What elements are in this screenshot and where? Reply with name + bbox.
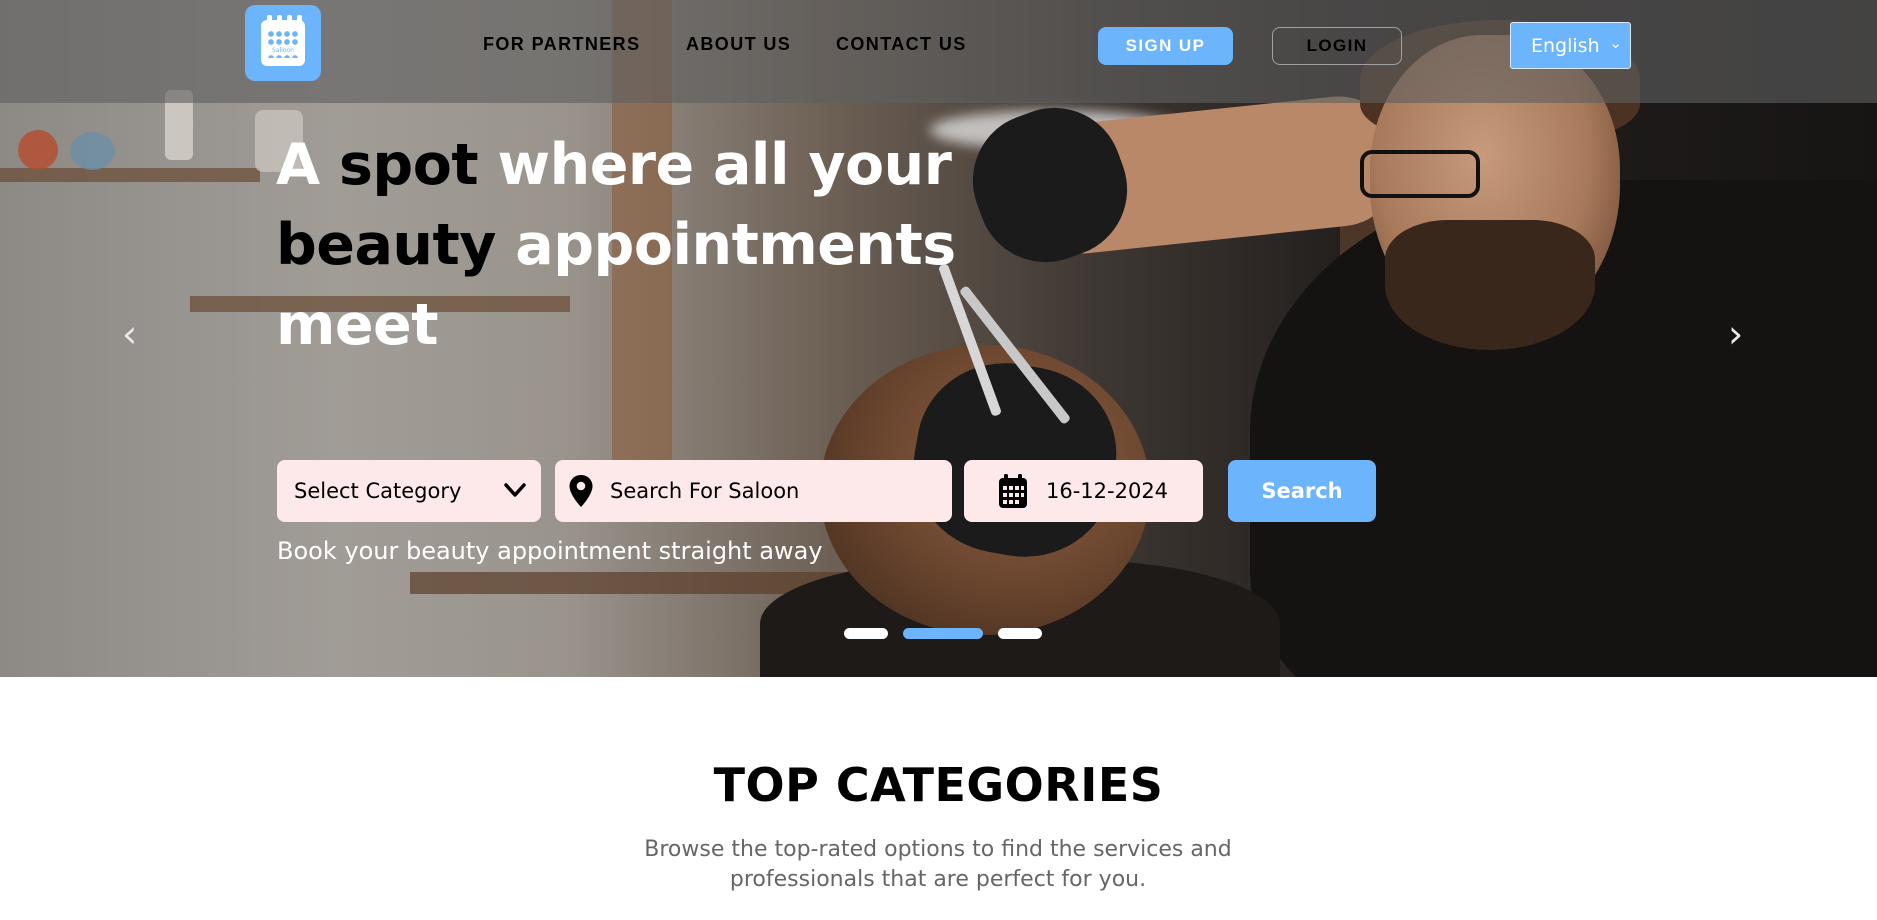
headline-word: spot bbox=[338, 132, 479, 198]
barber-glasses bbox=[1360, 150, 1480, 198]
calendar-logo-icon: Salloon bbox=[261, 15, 305, 66]
salon-search-field[interactable]: Search For Saloon bbox=[555, 460, 952, 522]
carousel-dot-2-active[interactable] bbox=[903, 628, 983, 639]
salon-search-placeholder: Search For Saloon bbox=[610, 479, 800, 503]
headline-word: meet bbox=[276, 292, 438, 358]
language-select[interactable]: English ⌄ bbox=[1510, 22, 1631, 69]
calendar-icon bbox=[999, 474, 1027, 508]
nav-link-for-partners[interactable]: FOR PARTNERS bbox=[483, 34, 640, 55]
chevron-down-icon bbox=[504, 483, 526, 497]
top-categories-title: TOP CATEGORIES bbox=[713, 758, 1164, 812]
language-value: English bbox=[1531, 34, 1600, 57]
nav-link-contact-us[interactable]: CONTACT US bbox=[836, 34, 967, 55]
sign-up-button[interactable]: SIGN UP bbox=[1098, 27, 1233, 65]
logo-text: Salloon bbox=[265, 47, 301, 54]
top-categories-subtitle: Browse the top-rated options to find the… bbox=[644, 837, 1232, 892]
headline-word: where all your bbox=[478, 132, 952, 198]
search-button[interactable]: Search bbox=[1228, 460, 1376, 522]
nav-link-about-us[interactable]: ABOUT US bbox=[686, 34, 791, 55]
headline-word: appointments bbox=[495, 212, 956, 278]
login-button[interactable]: LOGIN bbox=[1272, 27, 1402, 65]
hero-tagline: Book your beauty appointment straight aw… bbox=[277, 537, 823, 565]
background-jar bbox=[70, 132, 115, 170]
top-navbar: Salloon FOR PARTNERS ABOUT US CONTACT US… bbox=[0, 0, 1877, 103]
background-shelf bbox=[0, 168, 260, 182]
location-pin-icon bbox=[569, 475, 593, 507]
salloon-logo[interactable]: Salloon bbox=[245, 5, 321, 81]
background-jar bbox=[18, 130, 58, 170]
date-picker-field[interactable]: 16-12-2024 bbox=[964, 460, 1203, 522]
headline-word: A bbox=[276, 132, 339, 198]
category-select[interactable]: Select Category bbox=[277, 460, 541, 522]
hero-headline: A spot where all your beauty appointment… bbox=[276, 125, 976, 365]
date-value: 16-12-2024 bbox=[1046, 479, 1169, 503]
carousel-dot-1[interactable] bbox=[844, 628, 888, 639]
carousel-next-arrow-icon[interactable]: › bbox=[1728, 312, 1743, 356]
headline-word: beauty bbox=[276, 212, 496, 278]
carousel-prev-arrow-icon[interactable]: ‹ bbox=[122, 312, 137, 356]
carousel-dot-3[interactable] bbox=[998, 628, 1042, 639]
category-select-label: Select Category bbox=[294, 479, 462, 503]
chevron-down-icon: ⌄ bbox=[1609, 34, 1622, 52]
barber-beard bbox=[1385, 220, 1595, 350]
